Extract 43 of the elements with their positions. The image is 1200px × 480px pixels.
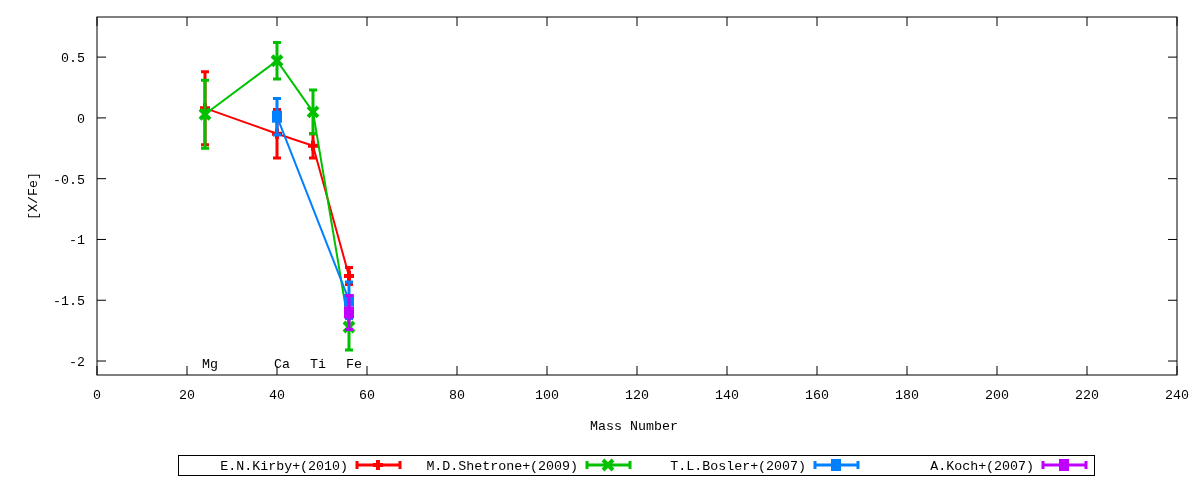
element-label: Fe: [346, 357, 362, 372]
x-tick-label: 40: [269, 388, 285, 403]
point: [306, 138, 320, 153]
legend-swatch: [1041, 459, 1088, 471]
data-point: [270, 41, 284, 81]
legend-swatch: [585, 458, 632, 472]
y-tick-label: -1: [69, 233, 85, 249]
x-axis-label: Mass Number: [590, 419, 678, 434]
legend-label: T.L.Bosler+(2007): [670, 459, 806, 474]
legend-label: A.Koch+(2007): [930, 459, 1034, 474]
y-tick-label: -2: [69, 355, 85, 370]
legend-swatch: [355, 458, 402, 472]
element-label: Ca: [274, 357, 290, 372]
y-tick-label: 0.5: [61, 51, 85, 67]
y-axis-label: [X/Fe]: [26, 172, 41, 220]
y-tick-label: -0.5: [53, 172, 85, 188]
y-tick-label: -1.5: [53, 294, 85, 310]
legend-swatch: [813, 459, 860, 471]
element-label: Ti: [310, 357, 326, 372]
point: [272, 110, 282, 123]
x-tick-label: 140: [715, 388, 739, 403]
x-tick-label: 180: [895, 388, 919, 403]
x-tick-label: 220: [1075, 388, 1099, 403]
point: [198, 107, 212, 122]
point: [270, 53, 284, 68]
x-tick-label: 240: [1165, 388, 1189, 403]
x-tick-label: 100: [535, 388, 559, 403]
x-tick-label: 0: [93, 388, 101, 403]
data-point: [271, 96, 283, 137]
x-tick-label: 200: [985, 388, 1009, 403]
x-tick-label: 80: [449, 388, 465, 403]
x-tick-label: 120: [625, 388, 649, 403]
x-tick-label: 60: [359, 388, 375, 403]
data-point: [270, 107, 284, 160]
point: [306, 104, 320, 119]
x-tick-label: 160: [805, 388, 829, 403]
point: [344, 306, 354, 319]
element-label: Mg: [202, 357, 218, 372]
y-tick-label: 0: [77, 111, 85, 127]
legend-label: E.N.Kirby+(2010): [220, 459, 348, 474]
x-tick-label: 20: [179, 388, 195, 403]
legend-label: M.D.Shetrone+(2009): [426, 459, 578, 474]
data-point: [343, 293, 355, 331]
